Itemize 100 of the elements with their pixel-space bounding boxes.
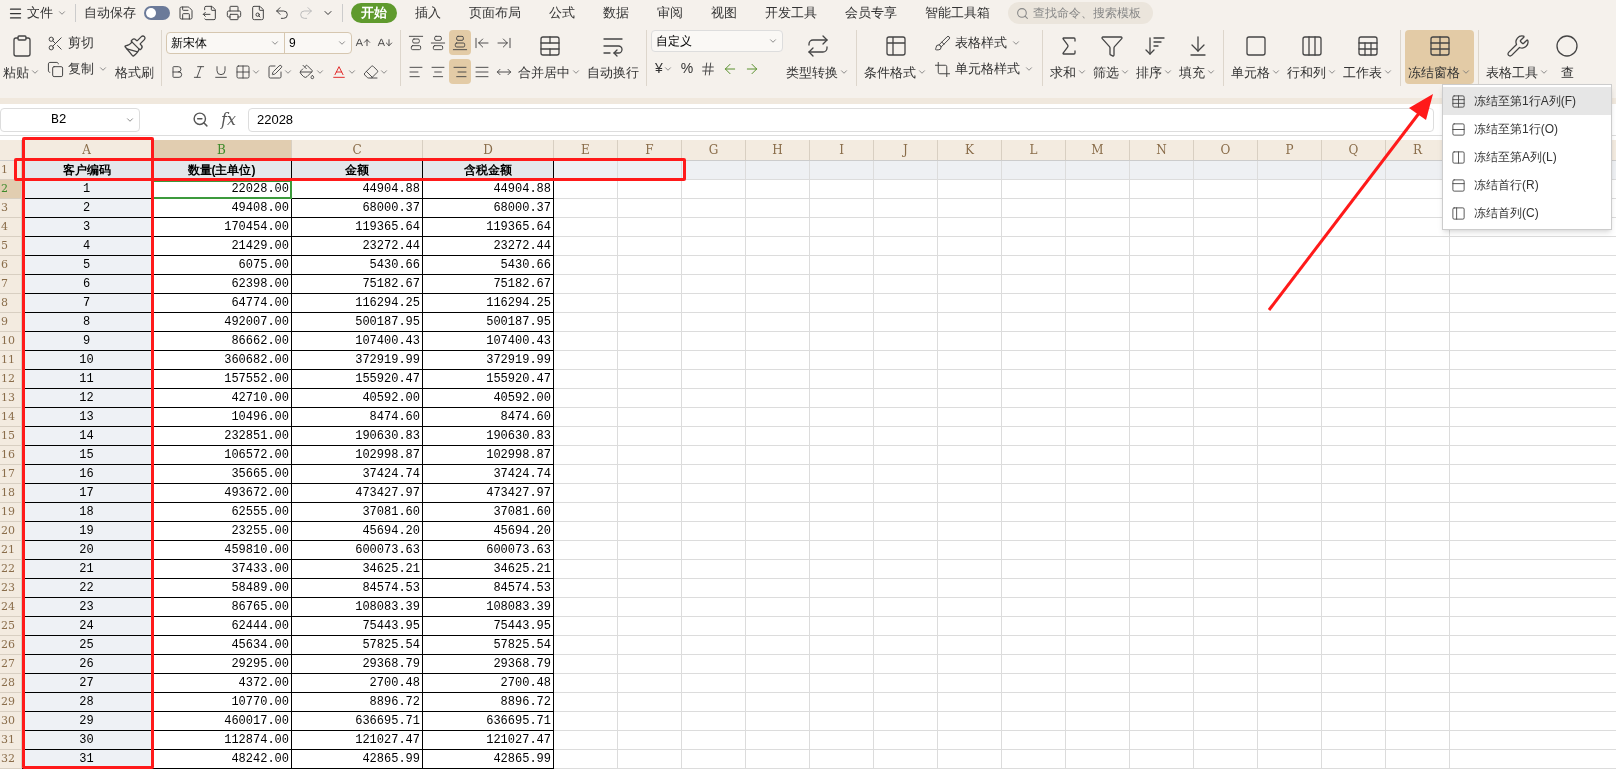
row-header[interactable]: 12: [0, 370, 22, 389]
merge-center-button[interactable]: 合并居中: [515, 30, 584, 84]
column-header[interactable]: N: [1130, 140, 1194, 160]
ribbon-tab[interactable]: 审阅: [647, 3, 693, 23]
name-box[interactable]: B2: [0, 107, 140, 132]
row-header[interactable]: 23: [0, 579, 22, 598]
redo-icon[interactable]: [298, 5, 314, 21]
row-header[interactable]: 4: [0, 218, 22, 237]
align-right-button[interactable]: [449, 59, 471, 84]
ribbon-tab[interactable]: 开始: [351, 3, 397, 23]
paste-button[interactable]: 粘贴: [0, 30, 43, 84]
ribbon-tab[interactable]: 公式: [539, 3, 585, 23]
row-header[interactable]: 19: [0, 503, 22, 522]
row-header[interactable]: 32: [0, 750, 22, 769]
column-header[interactable]: H: [746, 140, 810, 160]
column-header[interactable]: A: [22, 140, 152, 160]
column-header[interactable]: L: [1002, 140, 1066, 160]
conditional-format-button[interactable]: 条件格式: [861, 30, 930, 84]
ribbon-tab[interactable]: 视图: [701, 3, 747, 23]
search-icon: [1016, 6, 1029, 20]
row-header[interactable]: 31: [0, 731, 22, 750]
file-menu[interactable]: 文件: [8, 3, 67, 23]
column-header[interactable]: I: [810, 140, 874, 160]
row-header[interactable]: 13: [0, 389, 22, 408]
row-header[interactable]: 3: [0, 199, 22, 218]
align-bottom-button[interactable]: [449, 30, 471, 55]
cell-style-button[interactable]: 单元格样式: [930, 56, 1038, 82]
ribbon-tab[interactable]: 开发工具: [755, 3, 827, 23]
row-header[interactable]: 20: [0, 522, 22, 541]
search-field[interactable]: 查找命令、搜索模板: [1008, 2, 1153, 24]
copy-button[interactable]: 复制: [43, 56, 112, 82]
print-icon[interactable]: [226, 5, 242, 21]
row-header[interactable]: 11: [0, 351, 22, 370]
export-icon[interactable]: [202, 5, 218, 21]
column-header[interactable]: J: [874, 140, 938, 160]
column-header[interactable]: C: [292, 140, 423, 160]
cut-button[interactable]: 剪切: [43, 30, 112, 56]
menu-item[interactable]: 冻结至第1行A列(F): [1443, 87, 1611, 115]
row-header[interactable]: 27: [0, 655, 22, 674]
column-header[interactable]: E: [554, 140, 618, 160]
worksheet-button[interactable]: 工作表: [1340, 30, 1396, 84]
number-format-field[interactable]: 自定义: [651, 30, 783, 52]
formula-field[interactable]: 22028: [247, 107, 1434, 132]
undo-icon[interactable]: [274, 5, 290, 21]
table-tools-button[interactable]: 表格工具: [1483, 30, 1552, 84]
row-header[interactable]: 25: [0, 617, 22, 636]
column-header[interactable]: D: [423, 140, 554, 160]
row-header[interactable]: 29: [0, 693, 22, 712]
table-cell: 17: [22, 484, 152, 503]
menu-item[interactable]: 冻结首列(C): [1443, 199, 1611, 227]
zoom-icon[interactable]: [192, 111, 209, 128]
menu-item[interactable]: 冻结至第1行(O): [1443, 115, 1611, 143]
column-header[interactable]: G: [682, 140, 746, 160]
sort-button[interactable]: 排序: [1133, 30, 1176, 84]
sum-button[interactable]: 求和: [1047, 30, 1090, 84]
ribbon-tab[interactable]: 数据: [593, 3, 639, 23]
row-header[interactable]: 16: [0, 446, 22, 465]
ribbon-tab[interactable]: 插入: [405, 3, 451, 23]
wrap-text-button[interactable]: 自动换行: [584, 30, 642, 84]
row-header[interactable]: 22: [0, 560, 22, 579]
convert-button[interactable]: 类型转换: [783, 30, 852, 84]
print-preview-icon[interactable]: [250, 5, 266, 21]
ribbon-tab[interactable]: 会员专享: [835, 3, 907, 23]
row-header[interactable]: 18: [0, 484, 22, 503]
ribbon-tab[interactable]: 页面布局: [459, 3, 531, 23]
find-button[interactable]: 查: [1552, 30, 1582, 84]
format-painter-button[interactable]: 格式刷: [112, 30, 157, 84]
row-header[interactable]: 26: [0, 636, 22, 655]
fill-button[interactable]: 填充: [1176, 30, 1219, 84]
ribbon-tab[interactable]: 智能工具箱: [915, 3, 1000, 23]
autosave-toggle[interactable]: [144, 6, 170, 20]
freeze-panes-button[interactable]: 冻结窗格: [1405, 30, 1474, 84]
row-header[interactable]: 8: [0, 294, 22, 313]
row-header[interactable]: 28: [0, 674, 22, 693]
cells-button[interactable]: 单元格: [1228, 30, 1284, 84]
row-header[interactable]: 14: [0, 408, 22, 427]
row-header[interactable]: 2: [0, 180, 22, 199]
column-header[interactable]: F: [618, 140, 682, 160]
menu-item[interactable]: 冻结首行(R): [1443, 171, 1611, 199]
row-header[interactable]: 10: [0, 332, 22, 351]
row-header[interactable]: 17: [0, 465, 22, 484]
row-header[interactable]: 21: [0, 541, 22, 560]
currency-button[interactable]: ¥: [651, 58, 677, 79]
row-header[interactable]: 6: [0, 256, 22, 275]
percent-button[interactable]: %: [676, 58, 698, 79]
column-header[interactable]: Q: [1322, 140, 1386, 160]
row-header[interactable]: 7: [0, 275, 22, 294]
save-icon[interactable]: [178, 5, 194, 21]
row-header[interactable]: 15: [0, 427, 22, 446]
column-header[interactable]: P: [1258, 140, 1322, 160]
column-header[interactable]: M: [1066, 140, 1130, 160]
row-header[interactable]: 24: [0, 598, 22, 617]
column-header[interactable]: K: [938, 140, 1002, 160]
row-header[interactable]: 30: [0, 712, 22, 731]
table-style-button[interactable]: 表格样式: [930, 30, 1038, 56]
row-header[interactable]: 9: [0, 313, 22, 332]
column-header[interactable]: O: [1194, 140, 1258, 160]
rows-cols-button[interactable]: 行和列: [1284, 30, 1340, 84]
row-header[interactable]: 5: [0, 237, 22, 256]
filter-button[interactable]: 筛选: [1090, 30, 1133, 84]
